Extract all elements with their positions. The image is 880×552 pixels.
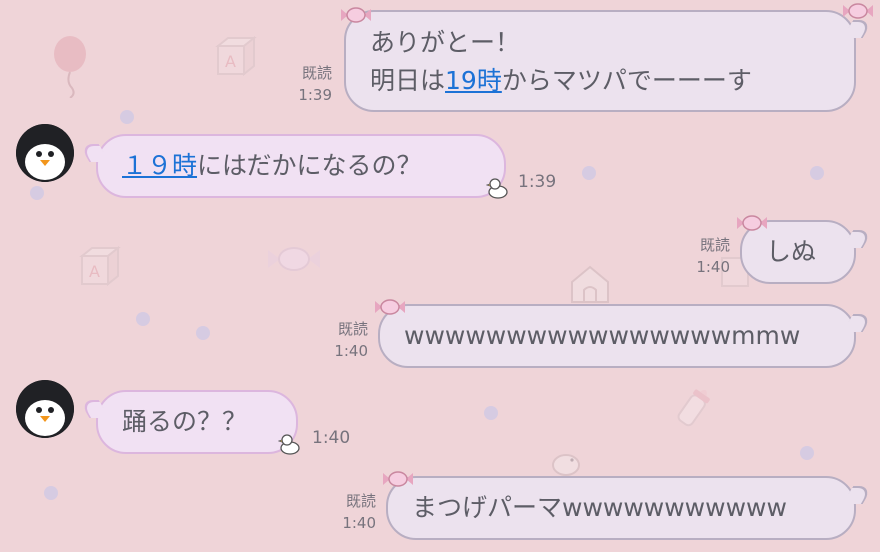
polka-dot — [136, 312, 150, 326]
candy-icon — [268, 247, 320, 271]
message-bubble[interactable]: ありがとー！ 明日は19時からマツパでーーーす — [344, 10, 856, 112]
read-receipt: 既読 — [345, 492, 376, 510]
candy-sticker-icon — [341, 7, 371, 23]
message-bubble[interactable]: wwwwwwwwwwwwwwwwmmw — [378, 304, 856, 368]
duck-sticker-icon — [486, 178, 508, 199]
message-meta: 既読 1:40 — [326, 490, 376, 534]
candy-sticker-icon — [737, 215, 767, 231]
toy-block-icon: A — [79, 246, 121, 287]
candy-sticker-icon — [375, 299, 405, 315]
avatar[interactable] — [16, 124, 74, 182]
candy-sticker-icon — [843, 3, 873, 19]
time-link[interactable]: １９時 — [122, 151, 197, 180]
message-text-line: ありがとー！ — [370, 28, 521, 57]
message-text: wwwwwwwwwwwwwwwwmmw — [404, 321, 801, 350]
message-time: 1:40 — [334, 342, 368, 360]
message-meta: 既読 1:40 — [318, 318, 368, 362]
polka-dot — [30, 186, 44, 200]
read-receipt: 既読 — [699, 236, 730, 254]
polka-dot — [196, 326, 210, 340]
polka-dot — [44, 486, 58, 500]
svg-text:A: A — [89, 262, 100, 281]
avatar[interactable] — [16, 380, 74, 438]
message-bubble[interactable]: まつげパーマwwwwwwwwwww — [386, 476, 856, 540]
chat-area[interactable]: A A 既読 1:39 ありがとー！ 明日は19時からマツパでーーーす １９時に… — [0, 0, 880, 552]
bird-icon — [552, 454, 580, 476]
message-bubble[interactable]: 踊るの？？ — [96, 390, 298, 454]
polka-dot — [120, 110, 134, 124]
penguin-icon — [16, 124, 74, 182]
candy-sticker-icon — [383, 471, 413, 487]
polka-dot — [810, 166, 824, 180]
read-receipt: 既読 — [301, 64, 332, 82]
message-time: 1:40 — [312, 428, 351, 448]
message-time: 1:40 — [342, 514, 376, 532]
polka-dot — [484, 406, 498, 420]
baby-bottle-icon — [677, 389, 710, 427]
penguin-icon — [16, 380, 74, 438]
message-time: 1:39 — [518, 172, 557, 192]
message-bubble[interactable]: １９時にはだかになるの？ — [96, 134, 506, 198]
polka-dot — [800, 446, 814, 460]
message-text: まつげパーマwwwwwwwwwww — [412, 493, 787, 522]
message-text-line: 明日は19時からマツパでーーーす — [370, 66, 752, 95]
message-meta: 既読 1:40 — [680, 234, 730, 278]
read-receipt: 既読 — [337, 320, 368, 338]
svg-text:A: A — [225, 52, 236, 71]
polka-dot — [582, 166, 596, 180]
message-time: 1:40 — [696, 258, 730, 276]
message-text: 踊るの？？ — [122, 407, 248, 436]
toy-block-icon: A — [215, 36, 257, 77]
duck-sticker-icon — [278, 434, 300, 455]
message-meta: 既読 1:39 — [282, 62, 332, 106]
message-text: しぬ — [766, 237, 817, 266]
message-time: 1:39 — [298, 86, 332, 104]
balloon-icon — [54, 36, 86, 98]
message-text: にはだかになるの？ — [197, 151, 422, 180]
time-link[interactable]: 19時 — [445, 66, 502, 95]
house-icon — [571, 265, 609, 303]
